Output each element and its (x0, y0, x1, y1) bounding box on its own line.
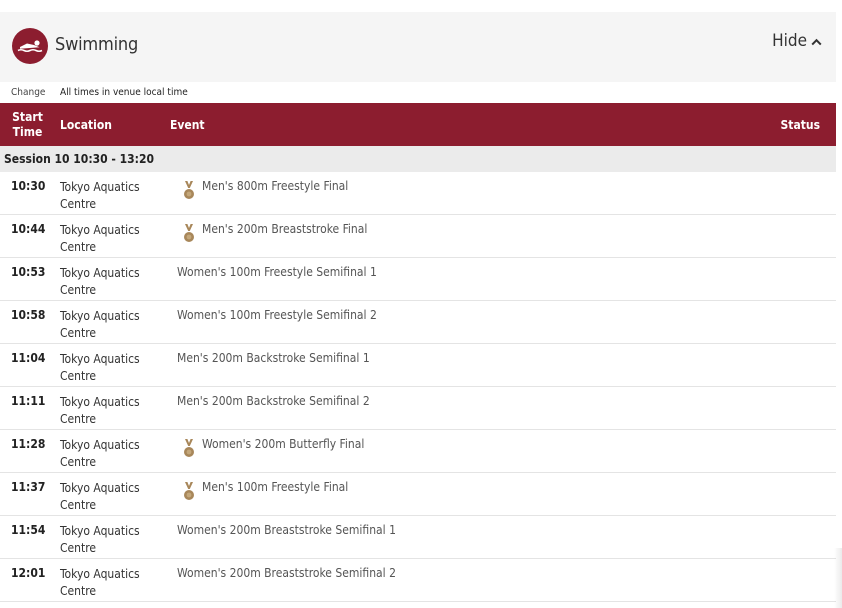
event-location-line1: Tokyo Aquatics (60, 395, 140, 409)
event-location-line2: Centre (60, 240, 97, 254)
event-location: Tokyo Aquatics Centre (60, 179, 160, 213)
timezone-row: Change All times in venue local time (0, 85, 836, 101)
table-row: 12:01 Tokyo Aquatics Centre Women's 200m Br… (0, 559, 836, 602)
column-header-status: Status (780, 118, 821, 132)
event-name: Women's 200m Breaststroke Semifinal 1 (177, 523, 396, 537)
event-location-line2: Centre (60, 498, 97, 512)
timezone-note: All times in venue local time (60, 87, 188, 98)
event-location-line1: Tokyo Aquatics (60, 309, 140, 323)
event-location-line1: Tokyo Aquatics (60, 266, 140, 280)
event-location-line1: Tokyo Aquatics (60, 438, 140, 452)
event-location: Tokyo Aquatics Centre (60, 480, 160, 514)
event-link[interactable]: Men's 200m Breaststroke Final (182, 222, 368, 242)
event-rows: 10:30 Tokyo Aquatics Centre Men's 800m Free… (0, 172, 836, 602)
table-row: 10:53 Tokyo Aquatics Centre Women's 100m Fr… (0, 258, 836, 301)
event-link[interactable]: Men's 200m Backstroke Semifinal 2 (177, 394, 370, 408)
swimming-schedule-page: Swimming Hide Change All times in venue … (0, 0, 842, 608)
event-location-line1: Tokyo Aquatics (60, 481, 140, 495)
table-row: 10:30 Tokyo Aquatics Centre Men's 800m Free… (0, 172, 836, 215)
table-row: 11:54 Tokyo Aquatics Centre Women's 200m Br… (0, 516, 836, 559)
event-name: Women's 200m Butterfly Final (202, 437, 365, 451)
column-header-event: Event (170, 118, 205, 132)
event-name: Women's 100m Freestyle Semifinal 2 (177, 308, 377, 322)
event-start-time: 11:37 (11, 480, 46, 494)
hide-button[interactable]: Hide (772, 30, 822, 51)
hide-label: Hide (772, 30, 807, 51)
event-location: Tokyo Aquatics Centre (60, 437, 160, 471)
start-time-header-line2: Time (12, 125, 43, 139)
table-row: 11:11 Tokyo Aquatics Centre Men's 200m Back… (0, 387, 836, 430)
table-header: Start Time Location Event Status (0, 103, 836, 146)
event-start-time: 10:58 (11, 308, 46, 322)
event-location-line1: Tokyo Aquatics (60, 223, 140, 237)
event-name: Men's 800m Freestyle Final (202, 179, 349, 193)
event-name: Men's 100m Freestyle Final (202, 480, 349, 494)
event-location: Tokyo Aquatics Centre (60, 308, 160, 342)
event-name: Men's 200m Backstroke Semifinal 1 (177, 351, 370, 365)
event-location-line1: Tokyo Aquatics (60, 180, 140, 194)
event-start-time: 11:28 (11, 437, 46, 451)
event-link[interactable]: Women's 200m Breaststroke Semifinal 1 (177, 523, 396, 537)
event-location: Tokyo Aquatics Centre (60, 523, 160, 557)
table-row: 10:58 Tokyo Aquatics Centre Women's 100m Fr… (0, 301, 836, 344)
event-location: Tokyo Aquatics Centre (60, 566, 160, 600)
event-link[interactable]: Women's 100m Freestyle Semifinal 2 (177, 308, 377, 322)
medal-icon (182, 180, 196, 202)
event-location-line1: Tokyo Aquatics (60, 352, 140, 366)
event-location-line2: Centre (60, 283, 97, 297)
medal-icon (182, 438, 196, 460)
event-location: Tokyo Aquatics Centre (60, 222, 160, 256)
event-start-time: 11:54 (11, 523, 46, 537)
event-link[interactable]: Men's 100m Freestyle Final (182, 480, 349, 500)
table-row: 10:44 Tokyo Aquatics Centre Men's 200m Brea… (0, 215, 836, 258)
event-location-line2: Centre (60, 584, 97, 598)
event-link[interactable]: Men's 800m Freestyle Final (182, 179, 349, 199)
event-link[interactable]: Women's 200m Breaststroke Semifinal 2 (177, 566, 396, 580)
session-label: Session 10 10:30 - 13:20 (4, 152, 155, 166)
table-row: 11:37 Tokyo Aquatics Centre Men's 100m Free… (0, 473, 836, 516)
medal-icon (182, 223, 196, 245)
table-row: 11:04 Tokyo Aquatics Centre Men's 200m Back… (0, 344, 836, 387)
event-start-time: 10:30 (11, 179, 46, 193)
event-location-line2: Centre (60, 541, 97, 555)
event-location-line2: Centre (60, 455, 97, 469)
event-location-line2: Centre (60, 369, 97, 383)
session-row: Session 10 10:30 - 13:20 (0, 146, 836, 172)
event-name: Women's 100m Freestyle Semifinal 1 (177, 265, 377, 279)
table-row: 11:28 Tokyo Aquatics Centre Women's 200m Bu… (0, 430, 836, 473)
event-link[interactable]: Men's 200m Backstroke Semifinal 1 (177, 351, 370, 365)
change-timezone-link[interactable]: Change (11, 87, 45, 98)
event-location-line2: Centre (60, 412, 97, 426)
event-start-time: 10:53 (11, 265, 46, 279)
event-name: Women's 200m Breaststroke Semifinal 2 (177, 566, 396, 580)
start-time-header-line1: Start (12, 110, 43, 124)
scroll-shadow (834, 548, 842, 608)
chevron-up-icon (811, 31, 822, 51)
event-link[interactable]: Women's 100m Freestyle Semifinal 1 (177, 265, 377, 279)
event-location: Tokyo Aquatics Centre (60, 351, 160, 385)
event-start-time: 12:01 (11, 566, 46, 580)
event-location-line2: Centre (60, 197, 97, 211)
event-start-time: 11:04 (11, 351, 46, 365)
sport-title: Swimming (55, 34, 139, 55)
event-location: Tokyo Aquatics Centre (60, 394, 160, 428)
event-name: Men's 200m Breaststroke Final (202, 222, 368, 236)
sport-header: Swimming Hide (0, 12, 836, 82)
event-location-line1: Tokyo Aquatics (60, 524, 140, 538)
event-start-time: 11:11 (11, 394, 46, 408)
swimmer-icon (12, 28, 48, 64)
event-location-line2: Centre (60, 326, 97, 340)
column-header-location: Location (60, 118, 112, 132)
medal-icon (182, 481, 196, 503)
event-location: Tokyo Aquatics Centre (60, 265, 160, 299)
column-header-start-time: Start Time (0, 110, 55, 140)
event-name: Men's 200m Backstroke Semifinal 2 (177, 394, 370, 408)
event-start-time: 10:44 (11, 222, 46, 236)
event-link[interactable]: Women's 200m Butterfly Final (182, 437, 365, 457)
event-location-line1: Tokyo Aquatics (60, 567, 140, 581)
